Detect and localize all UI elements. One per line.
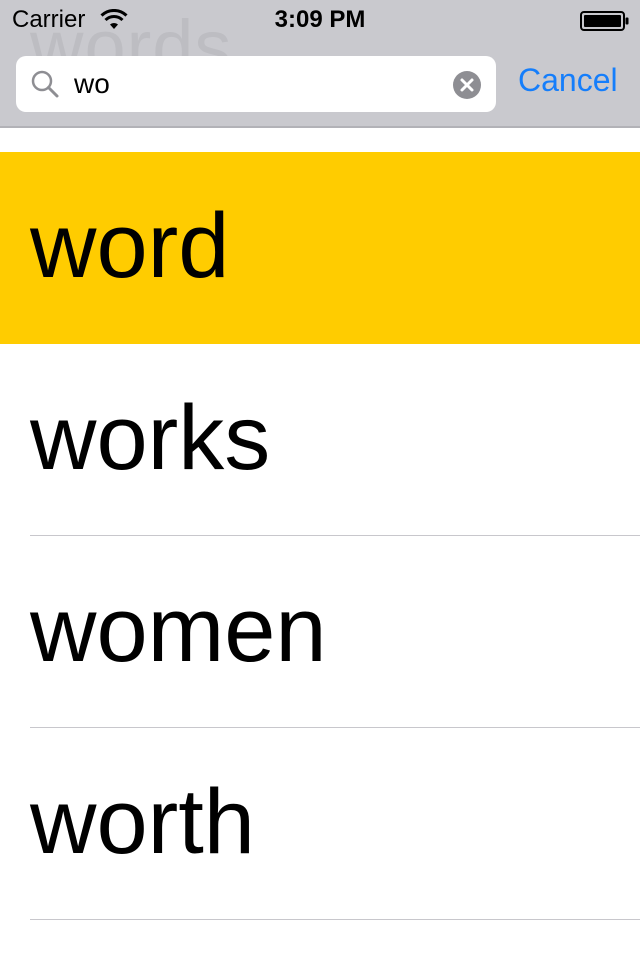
- cancel-button[interactable]: Cancel: [518, 62, 618, 99]
- list-item-label: works: [30, 387, 271, 489]
- list-item-label: women: [30, 579, 327, 681]
- clear-icon[interactable]: [452, 70, 482, 100]
- search-input[interactable]: wo: [16, 56, 496, 112]
- search-header: words Carrier 3:09 PM wo Cancel: [0, 0, 640, 128]
- list-item-women[interactable]: women: [0, 536, 640, 728]
- list-item-word[interactable]: word: [0, 152, 640, 344]
- status-bar: Carrier 3:09 PM: [0, 0, 640, 40]
- row-divider: [30, 919, 640, 920]
- list-item-label: worth: [30, 771, 255, 873]
- search-query[interactable]: wo: [74, 68, 110, 100]
- search-icon: [31, 70, 59, 98]
- list-item-works[interactable]: works: [0, 344, 640, 536]
- status-time: 3:09 PM: [274, 6, 366, 33]
- battery-icon: [580, 11, 629, 31]
- results-list: word works women worth: [0, 152, 640, 920]
- list-item-label: word: [30, 195, 230, 297]
- list-item-worth[interactable]: worth: [0, 728, 640, 920]
